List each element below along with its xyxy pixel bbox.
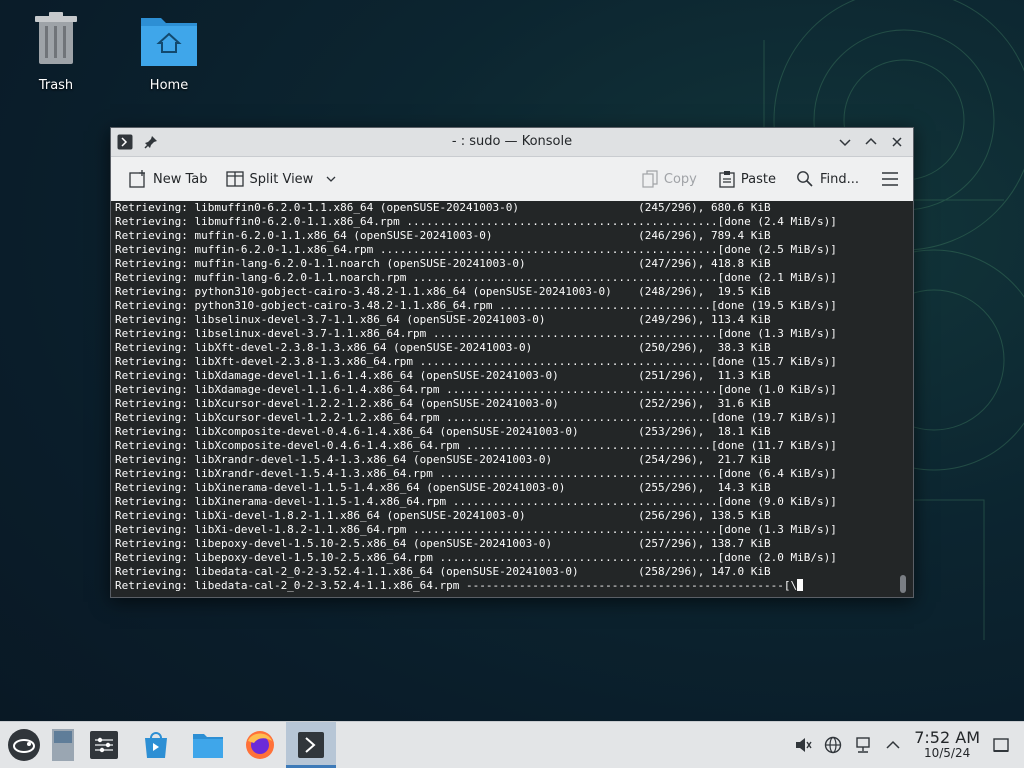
terminal-line: Retrieving: libedata-cal-2_0-2-3.52.4-1.…	[115, 565, 771, 578]
terminal-line: Retrieving: libXrandr-devel-1.5.4-1.3.x8…	[115, 467, 837, 480]
split-view-icon	[225, 171, 244, 187]
split-view-label: Split View	[249, 171, 314, 187]
terminal-line: Retrieving: libXinerama-devel-1.1.5-1.4.…	[115, 495, 837, 508]
toolbar: New Tab Split View Copy Paste Find...	[111, 157, 913, 202]
terminal-line: Retrieving: libXdamage-devel-1.1.6-1.4.x…	[115, 383, 837, 396]
system-settings-icon	[90, 731, 118, 759]
system-tray: 7:52 AM 10/5/24	[794, 722, 1024, 768]
new-tab-icon	[129, 170, 145, 188]
terminal-line: Retrieving: python310-gobject-cairo-3.48…	[115, 285, 771, 298]
terminal-output[interactable]: Retrieving: libmuffin0-6.2.0-1.1.x86_64 …	[111, 201, 913, 597]
show-desktop-icon[interactable]	[992, 736, 1010, 754]
terminal-line: Retrieving: muffin-lang-6.2.0-1.1.noarch…	[115, 271, 837, 284]
konsole-task-button[interactable]	[286, 722, 336, 768]
copy-label: Copy	[663, 171, 697, 187]
home-folder-icon	[141, 18, 197, 66]
new-tab-label: New Tab	[153, 171, 208, 187]
terminal-line: Retrieving: libmuffin0-6.2.0-1.1.x86_64.…	[115, 215, 837, 228]
terminal-line: Retrieving: libXi-devel-1.8.2-1.1.x86_64…	[115, 509, 771, 522]
paste-label: Paste	[740, 171, 776, 187]
terminal-line: Retrieving: libmuffin0-6.2.0-1.1.x86_64 …	[115, 201, 771, 214]
terminal-line: Retrieving: muffin-6.2.0-1.1.x86_64.rpm …	[115, 243, 837, 256]
new-tab-button[interactable]: New Tab	[123, 166, 214, 192]
terminal-line: Retrieving: libXft-devel-2.3.8-1.3.x86_6…	[115, 355, 837, 368]
terminal-scrollbar[interactable]	[899, 201, 909, 597]
desktop-home[interactable]: Home	[129, 12, 209, 93]
terminal-line: Retrieving: python310-gobject-cairo-3.48…	[115, 299, 837, 312]
paste-icon	[719, 171, 735, 188]
application-launcher-icon	[8, 729, 40, 761]
dolphin-button[interactable]	[182, 722, 234, 768]
copy-button[interactable]: Copy	[636, 166, 703, 192]
title-bar[interactable]: - : sudo — Konsole	[111, 128, 913, 157]
taskbar: 7:52 AM 10/5/24	[0, 721, 1024, 768]
application-launcher[interactable]	[0, 722, 48, 768]
terminal-line: Retrieving: libXinerama-devel-1.1.5-1.4.…	[115, 481, 771, 494]
wired-network-icon[interactable]	[854, 736, 872, 754]
firefox-icon	[246, 731, 274, 759]
pager-icon	[52, 729, 74, 761]
window-title: - : sudo — Konsole	[451, 134, 573, 149]
hamburger-menu-icon	[882, 172, 898, 186]
terminal-line: Retrieving: libXcomposite-devel-0.4.6-1.…	[115, 439, 837, 452]
terminal-line: Retrieving: libXcomposite-devel-0.4.6-1.…	[115, 425, 771, 438]
dolphin-icon	[193, 734, 223, 758]
network-globe-icon[interactable]	[824, 736, 842, 754]
clock[interactable]: 7:52 AM 10/5/24	[914, 728, 980, 761]
terminal-line: Retrieving: libXcursor-devel-1.2.2-1.2.x…	[115, 411, 837, 424]
desktop-icon-label: Trash	[38, 78, 74, 93]
terminal-line: Retrieving: muffin-lang-6.2.0-1.1.noarch…	[115, 257, 771, 270]
firefox-button[interactable]	[234, 722, 286, 768]
desktop-trash[interactable]: Trash	[16, 10, 96, 93]
konsole-window: - : sudo — Konsole New Tab Split View Co…	[110, 127, 914, 598]
terminal-line: Retrieving: libepoxy-devel-1.5.10-2.5.x8…	[115, 537, 771, 550]
chevron-up-icon[interactable]	[884, 736, 902, 754]
maximize-icon[interactable]	[861, 132, 881, 152]
terminal-line: Retrieving: muffin-6.2.0-1.1.x86_64 (ope…	[115, 229, 771, 242]
find-button[interactable]: Find...	[790, 166, 865, 192]
konsole-icon	[298, 732, 324, 758]
pager[interactable]	[48, 722, 78, 768]
terminal-line: Retrieving: libselinux-devel-3.7-1.1.x86…	[115, 313, 771, 326]
terminal-line: Retrieving: libXft-devel-2.3.8-1.3.x86_6…	[115, 341, 771, 354]
terminal-line: Retrieving: libXcursor-devel-1.2.2-1.2.x…	[115, 397, 771, 410]
clock-date: 10/5/24	[923, 746, 971, 761]
desktop-icon-label: Home	[149, 78, 189, 93]
system-settings-button[interactable]	[78, 722, 130, 768]
copy-icon	[642, 170, 658, 188]
terminal-line: Retrieving: libepoxy-devel-1.5.10-2.5.x8…	[115, 551, 837, 564]
find-label: Find...	[819, 171, 859, 187]
discover-button[interactable]	[130, 722, 182, 768]
terminal-line: Retrieving: libselinux-devel-3.7-1.1.x86…	[115, 327, 837, 340]
minimize-icon[interactable]	[835, 132, 855, 152]
terminal-line: Retrieving: libXrandr-devel-1.5.4-1.3.x8…	[115, 453, 771, 466]
scrollbar-thumb[interactable]	[900, 575, 906, 593]
search-icon	[797, 171, 813, 187]
clock-time: 7:52 AM	[914, 728, 980, 748]
volume-muted-icon[interactable]	[794, 736, 812, 754]
terminal-line: Retrieving: libXdamage-devel-1.1.6-1.4.x…	[115, 369, 771, 382]
trash-icon	[35, 12, 77, 64]
split-view-button[interactable]: Split View	[220, 166, 344, 192]
terminal-line: Retrieving: libedata-cal-2_0-2-3.52.4-1.…	[115, 579, 891, 593]
terminal-line: Retrieving: libXi-devel-1.8.2-1.1.x86_64…	[115, 523, 837, 536]
close-icon[interactable]	[887, 132, 907, 152]
hamburger-menu-button[interactable]	[875, 168, 905, 190]
discover-icon	[145, 732, 167, 758]
terminal-cursor	[797, 579, 804, 591]
chevron-down-icon[interactable]	[325, 174, 337, 184]
paste-button[interactable]: Paste	[713, 166, 782, 192]
